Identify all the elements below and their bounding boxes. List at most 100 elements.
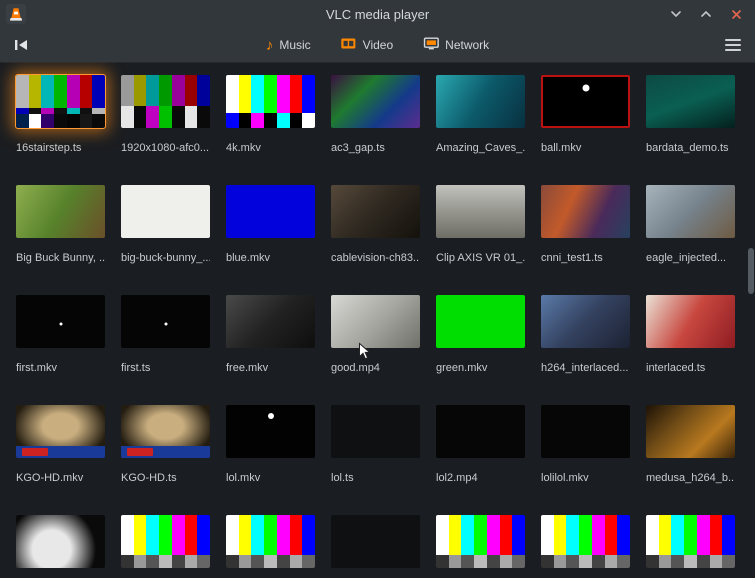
thumbnail[interactable] bbox=[331, 405, 420, 458]
media-item[interactable]: lol2.mp4 bbox=[436, 405, 525, 484]
tab-music[interactable]: ♪ Music bbox=[266, 38, 311, 53]
media-item[interactable] bbox=[436, 515, 525, 578]
media-item[interactable]: KGO-HD.ts bbox=[121, 405, 210, 484]
thumbnail[interactable] bbox=[646, 295, 735, 348]
titlebar[interactable]: VLC media player bbox=[0, 0, 755, 28]
media-item[interactable]: lol.mkv bbox=[226, 405, 315, 484]
thumbnail[interactable] bbox=[436, 185, 525, 238]
skip-previous-button[interactable] bbox=[14, 39, 29, 51]
thumbnail[interactable] bbox=[331, 185, 420, 238]
thumbnail[interactable] bbox=[436, 295, 525, 348]
thumbnail[interactable] bbox=[331, 515, 420, 568]
media-item-label: ball.mkv bbox=[541, 142, 582, 154]
toolbar: ♪ Music Video Network bbox=[0, 28, 755, 62]
media-item[interactable]: ac3_gap.ts bbox=[331, 75, 420, 154]
media-item[interactable]: ball.mkv bbox=[541, 75, 630, 154]
media-item[interactable]: Clip AXIS VR 01_... bbox=[436, 185, 525, 264]
thumbnail[interactable] bbox=[646, 75, 735, 128]
thumbnail[interactable] bbox=[16, 295, 105, 348]
media-item[interactable]: blue.mkv bbox=[226, 185, 315, 264]
thumbnail[interactable] bbox=[436, 75, 525, 128]
media-item[interactable] bbox=[121, 515, 210, 578]
media-item[interactable] bbox=[646, 515, 735, 578]
tab-music-label: Music bbox=[279, 38, 311, 52]
thumbnail[interactable] bbox=[226, 295, 315, 348]
media-item[interactable] bbox=[226, 515, 315, 578]
media-item[interactable]: interlaced.ts bbox=[646, 295, 735, 374]
media-item[interactable]: Amazing_Caves_... bbox=[436, 75, 525, 154]
thumbnail[interactable] bbox=[16, 185, 105, 238]
thumbnail[interactable] bbox=[436, 515, 525, 568]
media-item-label: free.mkv bbox=[226, 362, 269, 374]
media-item[interactable]: big-buck-bunny_... bbox=[121, 185, 210, 264]
media-item[interactable]: 4k.mkv bbox=[226, 75, 315, 154]
thumbnail[interactable] bbox=[16, 405, 105, 458]
hamburger-menu-icon[interactable] bbox=[725, 39, 741, 51]
thumbnail[interactable] bbox=[541, 75, 630, 128]
media-item[interactable]: Big Buck Bunny, ... bbox=[16, 185, 105, 264]
library-tabs: ♪ Music Video Network bbox=[266, 37, 489, 53]
media-item-label: Amazing_Caves_... bbox=[436, 142, 525, 154]
thumbnail[interactable] bbox=[121, 405, 210, 458]
media-item[interactable]: good.mp4 bbox=[331, 295, 420, 374]
thumbnail[interactable] bbox=[121, 185, 210, 238]
media-item[interactable]: bardata_demo.ts bbox=[646, 75, 735, 154]
media-item[interactable]: first.mkv bbox=[16, 295, 105, 374]
media-item[interactable] bbox=[16, 515, 105, 578]
close-button[interactable] bbox=[729, 7, 743, 21]
scrollbar[interactable] bbox=[748, 248, 754, 294]
thumbnail[interactable] bbox=[15, 74, 106, 129]
media-item[interactable]: free.mkv bbox=[226, 295, 315, 374]
minimize-button[interactable] bbox=[669, 7, 683, 21]
media-item-label: 1920x1080-afc0... bbox=[121, 142, 210, 154]
tab-network[interactable]: Network bbox=[423, 37, 489, 53]
thumbnail[interactable] bbox=[646, 515, 735, 568]
thumbnail[interactable] bbox=[121, 295, 210, 348]
thumbnail[interactable] bbox=[16, 515, 105, 568]
thumbnail[interactable] bbox=[646, 405, 735, 458]
media-item[interactable]: 16stairstep.ts bbox=[15, 74, 106, 154]
thumbnail[interactable] bbox=[541, 295, 630, 348]
media-item-label: ac3_gap.ts bbox=[331, 142, 385, 154]
media-item[interactable]: eagle_injected... bbox=[646, 185, 735, 264]
media-item-label: Big Buck Bunny, ... bbox=[16, 252, 105, 264]
media-item-label: medusa_h264_b... bbox=[646, 472, 735, 484]
media-item[interactable]: 1920x1080-afc0... bbox=[121, 75, 210, 154]
media-item[interactable]: cnni_test1.ts bbox=[541, 185, 630, 264]
thumbnail[interactable] bbox=[121, 75, 210, 128]
media-item-label: green.mkv bbox=[436, 362, 488, 374]
thumbnail[interactable] bbox=[646, 185, 735, 238]
media-item[interactable]: lolilol.mkv bbox=[541, 405, 630, 484]
media-item[interactable]: first.ts bbox=[121, 295, 210, 374]
thumbnail[interactable] bbox=[226, 515, 315, 568]
media-item-label: cnni_test1.ts bbox=[541, 252, 603, 264]
thumbnail[interactable] bbox=[541, 185, 630, 238]
thumbnail[interactable] bbox=[226, 405, 315, 458]
window-controls bbox=[669, 7, 755, 21]
thumbnail[interactable] bbox=[541, 515, 630, 568]
media-grid: 16stairstep.ts 1920x1080-afc0... 4k.mkv … bbox=[0, 62, 755, 578]
maximize-button[interactable] bbox=[699, 7, 713, 21]
thumbnail[interactable] bbox=[541, 405, 630, 458]
thumbnail[interactable] bbox=[121, 515, 210, 568]
thumbnail[interactable] bbox=[226, 75, 315, 128]
media-item[interactable]: medusa_h264_b... bbox=[646, 405, 735, 484]
thumbnail[interactable] bbox=[331, 75, 420, 128]
media-item-label: blue.mkv bbox=[226, 252, 271, 264]
media-item[interactable]: lol.ts bbox=[331, 405, 420, 484]
media-item-label: lol.ts bbox=[331, 472, 354, 484]
media-item[interactable]: h264_interlaced... bbox=[541, 295, 630, 374]
media-item[interactable]: green.mkv bbox=[436, 295, 525, 374]
media-item[interactable]: cablevision-ch83... bbox=[331, 185, 420, 264]
tab-video[interactable]: Video bbox=[341, 37, 393, 53]
media-item[interactable] bbox=[331, 515, 420, 578]
media-item-label: good.mp4 bbox=[331, 362, 380, 374]
media-item[interactable]: KGO-HD.mkv bbox=[16, 405, 105, 484]
media-item-label: big-buck-bunny_... bbox=[121, 252, 210, 264]
thumbnail[interactable] bbox=[226, 185, 315, 238]
media-item-label: lol.mkv bbox=[226, 472, 261, 484]
thumbnail[interactable] bbox=[436, 405, 525, 458]
media-item[interactable] bbox=[541, 515, 630, 578]
thumbnail[interactable] bbox=[331, 295, 420, 348]
media-item-label: Clip AXIS VR 01_... bbox=[436, 252, 525, 264]
